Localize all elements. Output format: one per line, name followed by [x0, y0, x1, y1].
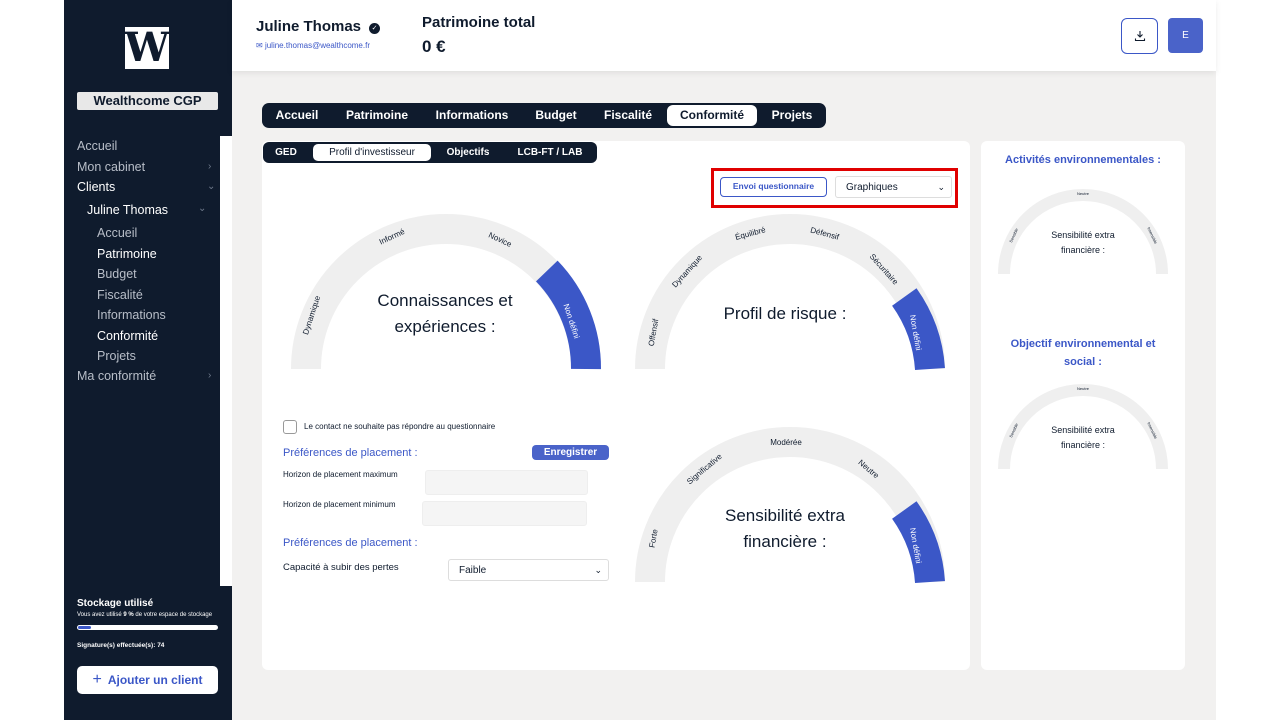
sidebar-subitem-patrimoine[interactable]: Patrimoine: [97, 247, 157, 261]
storage-subtitle: Vous avez utilisé 9 % de votre espace de…: [77, 612, 213, 618]
horizon-max-input[interactable]: [425, 470, 588, 495]
gauge-label-moderee: Modérée: [770, 438, 802, 447]
signatures-count: Signature(s) effectuée(s): 74: [77, 642, 165, 649]
gauge-title-risque: Profil de risque :: [723, 304, 847, 323]
right-margin: [1216, 0, 1280, 720]
gauge-risque: Offensif Dynamique Équilibré Défensif Sé…: [635, 214, 945, 371]
capacite-select[interactable]: Faible ⌄: [448, 559, 609, 581]
brand-name: Wealthcome CGP: [77, 92, 218, 110]
verified-icon: ✓: [369, 23, 380, 34]
side-gauge-2-text: Sensibilité extra financière :: [1051, 425, 1115, 450]
add-client-label: Ajouter un client: [107, 673, 203, 687]
mail-icon: ✉: [256, 41, 265, 50]
side-gauge-1-text: Sensibilité extra financière :: [1051, 230, 1115, 255]
side-heading-objectif: Objectif environnemental et social :: [1010, 338, 1156, 368]
save-button[interactable]: Enregistrer: [532, 445, 609, 460]
sidebar-subitem-conformite[interactable]: Conformité: [97, 329, 158, 343]
sidebar-subitem-fiscalite[interactable]: Fiscalité: [97, 288, 143, 302]
plus-icon: +: [92, 671, 102, 688]
patrimoine-value: 0 €: [422, 37, 446, 56]
side-label-neutre: Neutre: [1077, 191, 1090, 196]
tab-accueil[interactable]: Accueil: [266, 103, 328, 128]
sidebar-subitem-projets[interactable]: Projets: [97, 349, 136, 363]
sidebar-item-mon-cabinet[interactable]: Mon cabinet: [77, 160, 145, 174]
horizon-min-label: Horizon de placement minimum: [283, 500, 396, 509]
sidebar-item-clients[interactable]: Clients: [77, 180, 115, 194]
client-name: Juline Thomas: [256, 18, 362, 35]
pref-heading-1: Préférences de placement :: [283, 447, 418, 459]
pref-heading-2: Préférences de placement :: [283, 537, 418, 549]
sidebar-subitem-informations[interactable]: Informations: [97, 308, 166, 322]
chevron-down-icon: ⌄: [207, 181, 216, 192]
sidebar-item-ma-conformite[interactable]: Ma conformité: [77, 369, 156, 383]
chevron-right-icon: ›: [208, 161, 212, 172]
investor-gauges: Dynamique Informé Novice Non défini Offe…: [291, 214, 945, 584]
user-avatar-button[interactable]: E: [1168, 18, 1203, 53]
download-button[interactable]: [1121, 18, 1158, 54]
download-icon: [1134, 31, 1145, 42]
storage-bar-fill: [78, 626, 91, 629]
patrimoine-label: Patrimoine total: [422, 14, 536, 31]
storage-bar: [77, 625, 218, 630]
tab-fiscalite[interactable]: Fiscalité: [594, 103, 662, 128]
tab-budget[interactable]: Budget: [526, 103, 586, 128]
chevron-right-icon: ›: [208, 370, 212, 381]
capacite-value: Faible: [459, 564, 487, 576]
horizon-max-label: Horizon de placement maximum: [283, 470, 398, 479]
no-answer-label: Le contact ne souhaite pas répondre au q…: [304, 422, 496, 431]
no-answer-checkbox[interactable]: [283, 420, 297, 434]
chevron-down-icon: ⌄: [198, 203, 207, 214]
tab-projets[interactable]: Projets: [764, 103, 820, 128]
sidebar-item-accueil[interactable]: Accueil: [77, 139, 117, 153]
capacite-label: Capacité à subir des pertes: [283, 562, 399, 573]
brand-logo[interactable]: W: [125, 27, 169, 69]
header: [232, 0, 1216, 71]
chevron-down-icon: ⌄: [594, 564, 602, 575]
gauge-title-sensibilite: Sensibilité extra financière :: [724, 506, 845, 551]
sidebar-item-client-juline[interactable]: Juline Thomas: [87, 203, 168, 217]
side-label-neutre: Neutre: [1077, 386, 1090, 391]
client-email[interactable]: ✉ juline.thomas@wealthcome.fr: [256, 41, 370, 50]
add-client-button[interactable]: + Ajouter un client: [77, 666, 218, 694]
storage-title: Stockage utilisé: [77, 598, 154, 609]
tab-patrimoine[interactable]: Patrimoine: [336, 103, 418, 128]
sidebar-subitem-budget[interactable]: Budget: [97, 267, 137, 281]
tab-conformite[interactable]: Conformité: [667, 105, 757, 126]
horizon-min-input[interactable]: [422, 501, 587, 526]
sidebar-edge: [220, 136, 232, 586]
gauge-title-connaissances: Connaissances et expériences :: [377, 291, 513, 336]
tab-informations[interactable]: Informations: [426, 103, 518, 128]
sidebar-subitem-accueil[interactable]: Accueil: [97, 226, 137, 240]
